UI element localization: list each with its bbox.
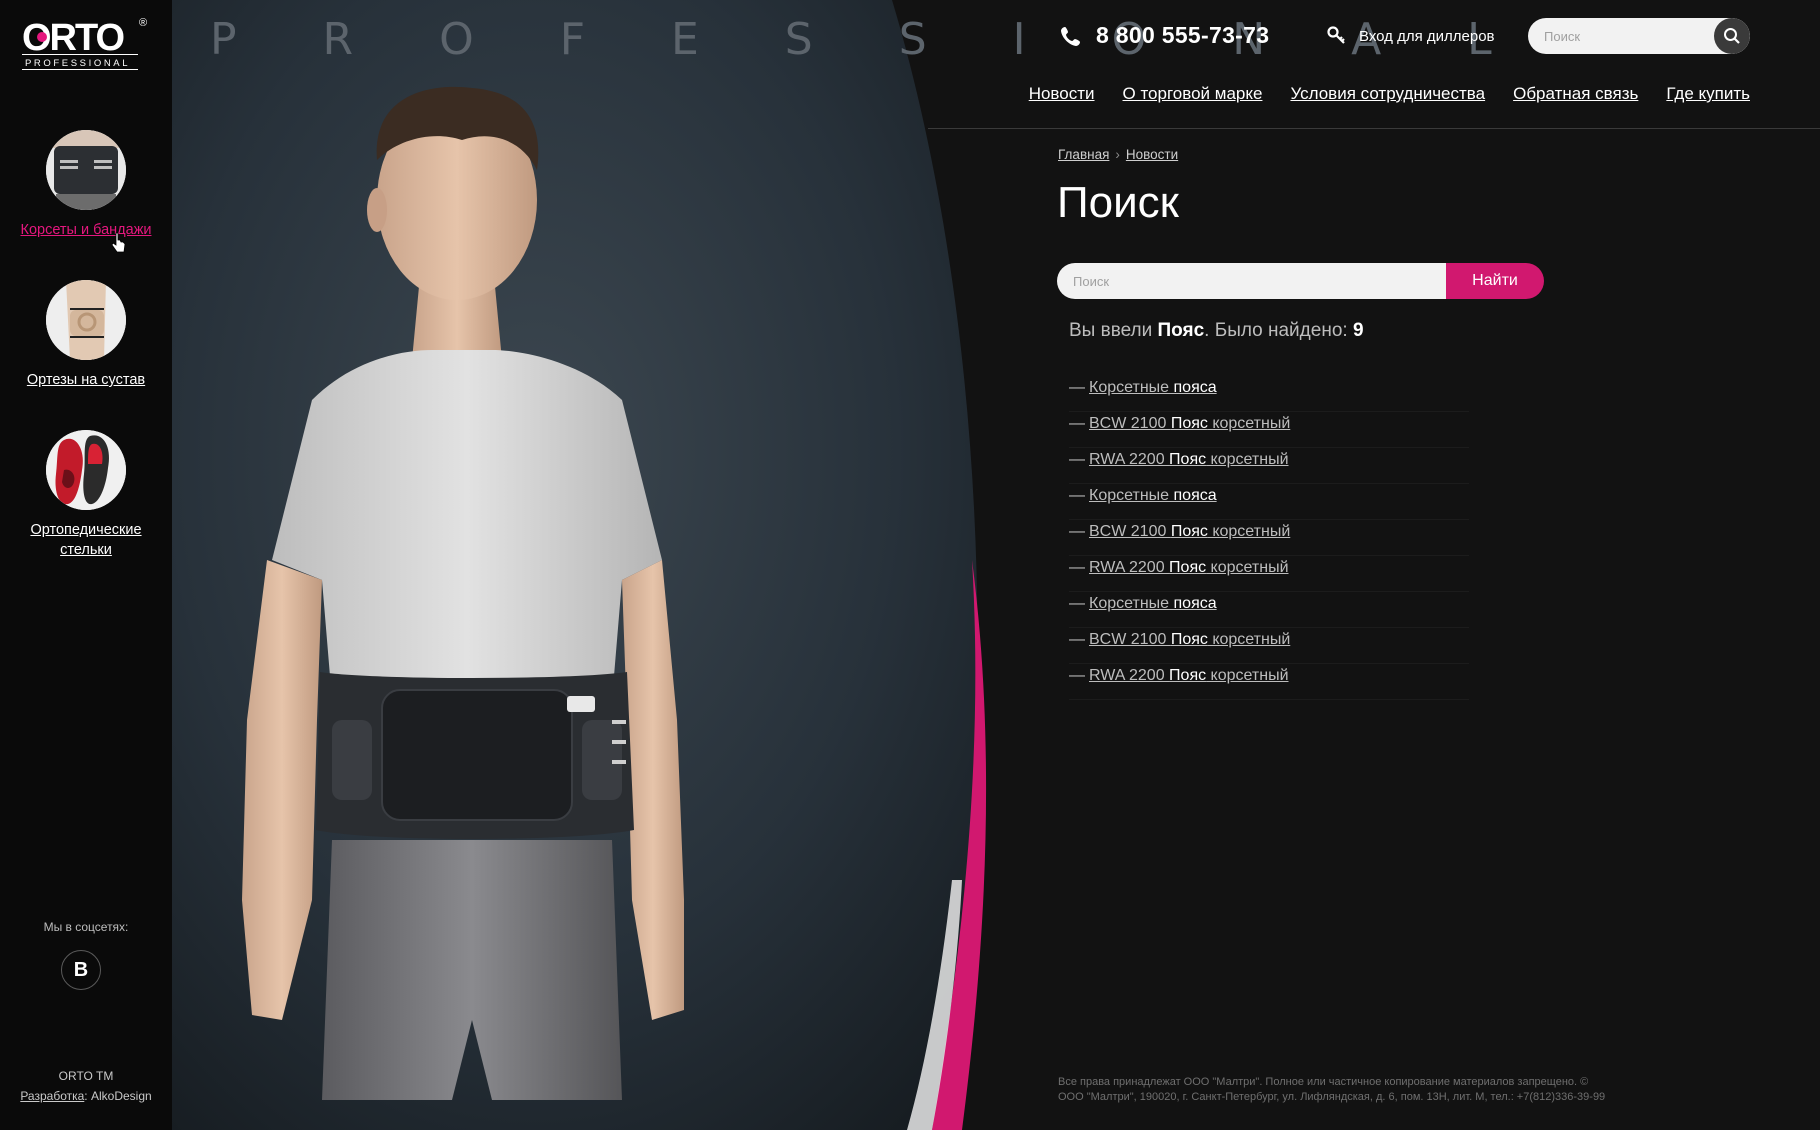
result-item: — RWA 2200 Пояс корсетный [1069, 448, 1469, 484]
find-button[interactable]: Найти [1446, 263, 1544, 299]
footer-line-2: ООО "Малтри", 190020, г. Санкт-Петербург… [1058, 1091, 1606, 1103]
social-title: Мы в соцсетях: [43, 920, 129, 934]
svg-text:®: ® [139, 17, 147, 29]
nav-cooperation[interactable]: Условия сотрудничества [1290, 84, 1485, 104]
result-dash: — [1069, 559, 1085, 576]
result-item: — Корсетные пояса [1069, 376, 1469, 412]
result-dash: — [1069, 415, 1085, 432]
result-item: — Корсетные пояса [1069, 484, 1469, 520]
svg-text:PROFESSIONAL: PROFESSIONAL [25, 58, 130, 69]
nav-divider [928, 128, 1820, 129]
result-link[interactable]: RWA 2200 Пояс корсетный [1089, 559, 1289, 576]
header-search-input[interactable] [1528, 18, 1708, 54]
result-link[interactable]: BCW 2100 Пояс корсетный [1089, 415, 1290, 432]
result-link[interactable]: Корсетные пояса [1089, 595, 1217, 612]
result-dash: — [1069, 595, 1085, 612]
knee-orthosis-thumbnail[interactable] [46, 280, 126, 360]
result-dash: — [1069, 451, 1085, 468]
hero-banner [172, 0, 1012, 1130]
result-link[interactable]: RWA 2200 Пояс корсетный [1089, 667, 1289, 684]
search-results: — Корсетные пояса — BCW 2100 Пояс корсетны… [1069, 376, 1469, 700]
result-dash: — [1069, 379, 1085, 396]
orto-logo[interactable]: ORTO ® PROFESSIONAL [22, 16, 156, 76]
result-item: — BCW 2100 Пояс корсетный [1069, 412, 1469, 448]
developer-credit: Разработка: AlkoDesign [0, 1089, 172, 1103]
developer-sep: : [84, 1089, 91, 1103]
developer-name: AlkoDesign [90, 1089, 152, 1103]
hero-image [172, 0, 987, 1130]
search-input[interactable] [1057, 263, 1446, 299]
category-corsets-link[interactable]: Корсеты и бандажи [0, 220, 172, 240]
category-joint-orthoses[interactable]: Ортезы на сустав [0, 280, 172, 390]
phone-number[interactable]: 8 800 555-73-73 [1096, 22, 1269, 49]
result-item: — RWA 2200 Пояс корсетный [1069, 556, 1469, 592]
breadcrumb-home[interactable]: Главная [1058, 147, 1109, 162]
result-dash: — [1069, 631, 1085, 648]
key-icon [1327, 26, 1345, 44]
result-link[interactable]: Корсетные пояса [1089, 487, 1217, 504]
header-phone[interactable]: 8 800 555-73-73 [1060, 22, 1269, 49]
result-link[interactable]: BCW 2100 Пояс корсетный [1089, 631, 1290, 648]
dealer-login[interactable]: Вход для диллеров [1327, 26, 1495, 46]
summary-prefix: Вы ввели [1069, 320, 1158, 341]
header-search [1528, 18, 1750, 54]
result-dash: — [1069, 487, 1085, 504]
search-icon [1724, 28, 1740, 44]
result-item: — BCW 2100 Пояс корсетный [1069, 520, 1469, 556]
footer-line-1: Все права принадлежат ООО "Малтри". Полн… [1058, 1076, 1589, 1088]
dealer-login-link[interactable]: Вход для диллеров [1359, 28, 1495, 45]
header-search-button[interactable] [1714, 18, 1750, 54]
summary-middle: . Было найдено: [1204, 320, 1353, 341]
search-form: Найти [1057, 263, 1544, 299]
category-corsets[interactable]: Корсеты и бандажи [0, 130, 172, 240]
brand-tm: ORTO TM [58, 1069, 114, 1083]
result-link[interactable]: BCW 2100 Пояс корсетный [1089, 523, 1290, 540]
orto-logo-mark: ORTO ® PROFESSIONAL [22, 17, 147, 70]
summary-query: Пояс [1157, 320, 1205, 341]
vk-icon[interactable]: В [61, 950, 101, 990]
nav-news[interactable]: Новости [1029, 84, 1095, 104]
sidebar: ORTO ® PROFESSIONAL Корсеты и бандажи Ор… [0, 0, 172, 1130]
result-item: — BCW 2100 Пояс корсетный [1069, 628, 1469, 664]
category-insoles-link[interactable]: Ортопедические стельки [0, 520, 172, 560]
insoles-thumbnail[interactable] [46, 430, 126, 510]
category-insoles[interactable]: Ортопедические стельки [0, 430, 172, 560]
result-dash: — [1069, 523, 1085, 540]
category-joint-orthoses-link[interactable]: Ортезы на сустав [0, 370, 172, 390]
result-link[interactable]: RWA 2200 Пояс корсетный [1089, 451, 1289, 468]
summary-count: 9 [1352, 320, 1364, 341]
footer-copyright: Все права принадлежат ООО "Малтри". Полн… [1058, 1075, 1678, 1105]
nav-about-brand[interactable]: О торговой марке [1123, 84, 1263, 104]
result-summary: Вы ввели Пояс. Было найдено: 9 [1069, 320, 1364, 342]
page-title: Поиск [1057, 178, 1179, 227]
developer-link[interactable]: Разработка [20, 1089, 84, 1103]
breadcrumb: Главная › Новости [1058, 147, 1178, 162]
result-link[interactable]: Корсетные пояса [1089, 379, 1217, 396]
phone-icon [1061, 26, 1080, 46]
corset-thumbnail[interactable] [46, 130, 126, 210]
result-item: — RWA 2200 Пояс корсетный [1069, 664, 1469, 700]
nav-where-to-buy[interactable]: Где купить [1666, 84, 1750, 104]
vk-label: В [73, 959, 89, 981]
nav-feedback[interactable]: Обратная связь [1513, 84, 1638, 104]
breadcrumb-news[interactable]: Новости [1126, 147, 1178, 162]
cursor-icon [112, 232, 126, 253]
main-nav: Новости О торговой марке Условия сотрудн… [1029, 84, 1750, 104]
result-item: — Корсетные пояса [1069, 592, 1469, 628]
result-dash: — [1069, 667, 1085, 684]
page: ORTO ® PROFESSIONAL Корсеты и бандажи Ор… [0, 0, 1820, 1130]
chevron-right-icon: › [1115, 147, 1120, 162]
